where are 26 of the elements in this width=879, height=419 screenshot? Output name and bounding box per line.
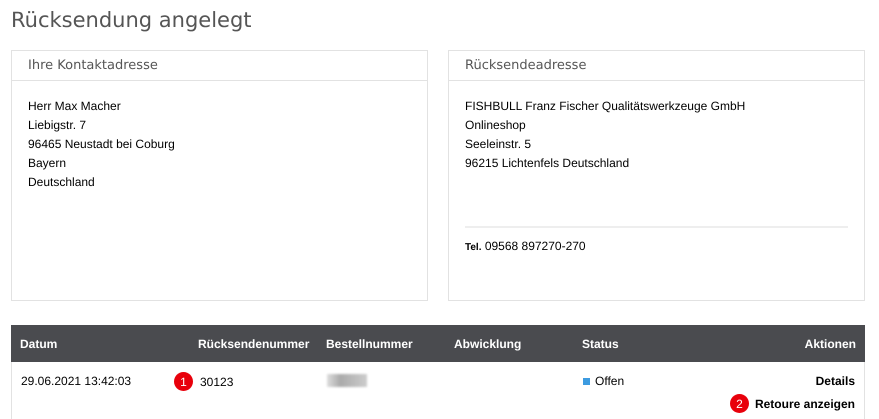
address-line: Bayern [28, 155, 66, 172]
column-header: Rücksendenummer [198, 336, 310, 352]
column-header: Bestellnummer [326, 336, 414, 352]
address-line: Deutschland [28, 174, 95, 191]
address-line: Seeleinstr. 5 [465, 136, 532, 153]
column-header: Aktionen [804, 336, 856, 352]
date-cell-text: 29.06.2021 13:42:03 [21, 373, 132, 390]
address-line: FISHBULL Franz Fischer Qualitätswerkzeuge GmbH [465, 98, 746, 115]
page-title: Rücksendung angelegt [11, 7, 252, 34]
card-title: Ihre Kontaktadresse [28, 56, 158, 75]
column-header: Datum [20, 336, 58, 352]
return-number: 30123 [200, 374, 234, 390]
action-link[interactable]: Details [816, 372, 855, 390]
status-text: Offen [595, 373, 624, 390]
column-header: Abwicklung [454, 336, 522, 352]
address-line: Liebigstr. 7 [28, 117, 86, 134]
column-header: Status [582, 336, 620, 352]
address-line: Herr Max Macher [28, 98, 121, 115]
address-line: 96465 Neustadt bei Coburg [28, 136, 175, 153]
card-title: Rücksendeadresse [465, 56, 586, 75]
action-link[interactable]: Retoure anzeigen [754, 394, 855, 412]
step-marker: 1 [174, 372, 193, 391]
address-line: Onlineshop [465, 117, 526, 134]
address-line: 96215 Lichtenfels Deutschland [465, 155, 630, 172]
phone-number: Tel. 09568 897270-270 [465, 239, 586, 253]
step-marker: 2 [730, 394, 749, 413]
